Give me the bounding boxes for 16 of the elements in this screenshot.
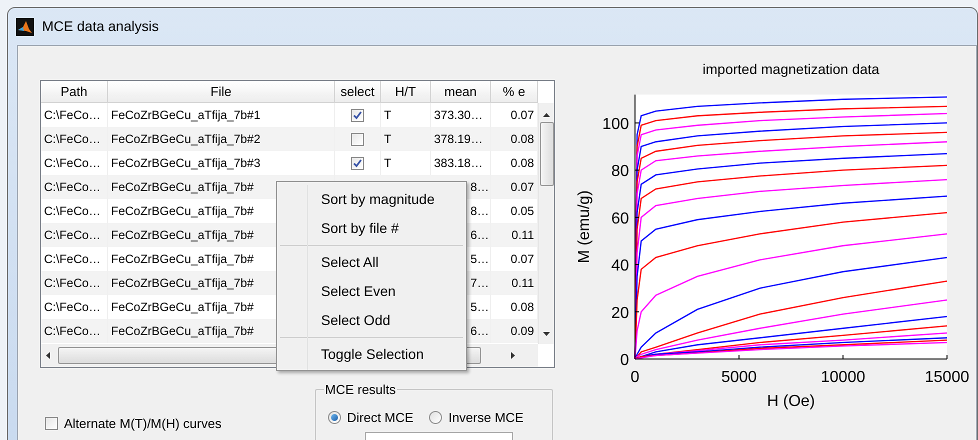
y-axis-label: M (emu/g) — [576, 190, 593, 264]
window-title: MCE data analysis — [42, 17, 159, 36]
group-title: MCE results — [324, 381, 397, 399]
y-tick-label: 20 — [611, 304, 629, 322]
y-tick-label: 80 — [611, 163, 629, 180]
x-axis-label: H (Oe) — [767, 393, 815, 410]
y-tick-label: 40 — [611, 258, 629, 275]
y-tick-label: 100 — [602, 116, 629, 133]
table-cell: C:\FeCo… — [41, 319, 108, 343]
y-tick-label: 60 — [611, 210, 629, 228]
x-tick-label: 0 — [630, 369, 640, 386]
y-tick-label: 0 — [620, 352, 629, 369]
x-tick-label: 10000 — [820, 369, 866, 386]
chart-title: imported magnetization data — [702, 61, 880, 77]
x-tick-label: 5000 — [721, 369, 757, 386]
x-tick-label: 15000 — [924, 369, 970, 386]
